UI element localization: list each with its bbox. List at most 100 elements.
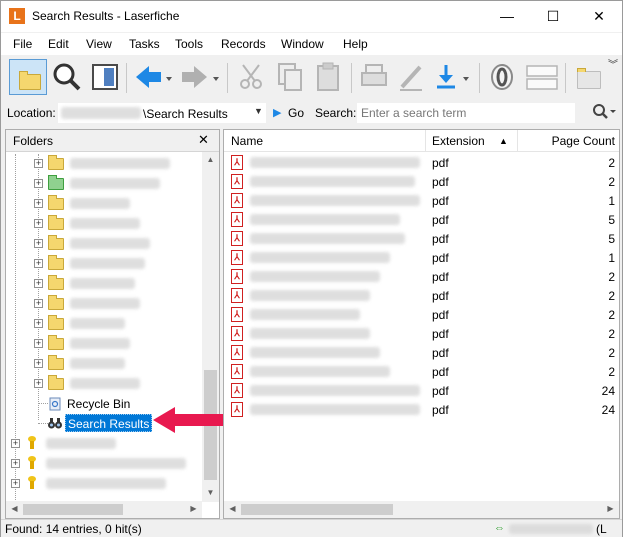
copy-button[interactable] bbox=[273, 59, 307, 95]
table-row[interactable]: ⅄ pdf 5 bbox=[224, 210, 619, 229]
forward-button[interactable] bbox=[179, 59, 219, 95]
cut-button[interactable] bbox=[235, 59, 269, 95]
column-divider[interactable] bbox=[517, 130, 518, 152]
menu-help[interactable]: Help bbox=[343, 37, 368, 51]
back-button[interactable] bbox=[132, 59, 172, 95]
expand-icon[interactable]: + bbox=[34, 159, 43, 168]
column-divider[interactable] bbox=[425, 130, 426, 152]
tree-repository-item[interactable]: + bbox=[6, 474, 196, 492]
folders-horizontal-scrollbar[interactable]: ◀ ▶ bbox=[6, 501, 202, 518]
tree-repository-item[interactable]: + bbox=[6, 454, 196, 472]
tree-folder-item[interactable]: + bbox=[28, 334, 208, 352]
row-page-count: 1 bbox=[608, 251, 615, 265]
tree-folder-item[interactable]: + bbox=[28, 254, 208, 272]
tree-folder-item[interactable]: + bbox=[28, 374, 208, 392]
annotate-button[interactable] bbox=[394, 59, 428, 95]
menu-window[interactable]: Window bbox=[281, 37, 324, 51]
expand-icon[interactable]: + bbox=[11, 439, 20, 448]
column-name-header[interactable]: Name bbox=[231, 134, 263, 148]
chevron-down-icon[interactable]: ▼ bbox=[254, 106, 263, 116]
table-row[interactable]: ⅄ pdf 1 bbox=[224, 191, 619, 210]
tree-folder-item[interactable]: + bbox=[28, 154, 208, 172]
table-row[interactable]: ⅄ pdf 5 bbox=[224, 229, 619, 248]
expand-icon[interactable]: + bbox=[34, 379, 43, 388]
print-button[interactable] bbox=[357, 59, 391, 95]
menu-view[interactable]: View bbox=[86, 37, 112, 51]
table-row[interactable]: ⅄ pdf 24 bbox=[224, 381, 619, 400]
row-extension: pdf bbox=[432, 251, 449, 265]
scroll-right-icon[interactable]: ▶ bbox=[185, 504, 202, 513]
menu-records[interactable]: Records bbox=[221, 37, 266, 51]
scrollbar-thumb[interactable] bbox=[23, 504, 123, 515]
close-window-button[interactable]: ✕ bbox=[576, 1, 622, 31]
table-row[interactable]: ⅄ pdf 24 bbox=[224, 400, 619, 419]
tree-folder-item[interactable]: + bbox=[28, 174, 208, 192]
expand-icon[interactable]: + bbox=[34, 199, 43, 208]
table-row[interactable]: ⅄ pdf 2 bbox=[224, 324, 619, 343]
metadata-button[interactable] bbox=[523, 59, 561, 95]
toolbar-overflow-button[interactable]: ︾ bbox=[608, 59, 620, 95]
paste-button[interactable] bbox=[311, 59, 345, 95]
minimize-button[interactable]: — bbox=[484, 1, 530, 31]
expand-icon[interactable]: + bbox=[34, 259, 43, 268]
expand-icon[interactable]: + bbox=[34, 179, 43, 188]
search-options-button[interactable] bbox=[591, 102, 617, 125]
table-row[interactable]: ⅄ pdf 2 bbox=[224, 153, 619, 172]
tree-folder-item[interactable]: + bbox=[28, 234, 208, 252]
scroll-right-icon[interactable]: ▶ bbox=[602, 504, 619, 513]
expand-icon[interactable]: + bbox=[34, 339, 43, 348]
row-extension: pdf bbox=[432, 156, 449, 170]
close-icon[interactable]: ✕ bbox=[198, 132, 209, 148]
table-row[interactable]: ⅄ pdf 2 bbox=[224, 362, 619, 381]
expand-icon[interactable]: + bbox=[34, 279, 43, 288]
scroll-left-icon[interactable]: ◀ bbox=[6, 504, 23, 513]
table-row[interactable]: ⅄ pdf 2 bbox=[224, 172, 619, 191]
redacted-label bbox=[70, 278, 135, 289]
maximize-button[interactable]: ☐ bbox=[530, 1, 576, 31]
expand-icon[interactable]: + bbox=[11, 459, 20, 468]
table-row[interactable]: ⅄ pdf 2 bbox=[224, 286, 619, 305]
tree-folder-item[interactable]: + bbox=[28, 274, 208, 292]
search-button[interactable] bbox=[49, 59, 85, 95]
tree-folder-item[interactable]: + bbox=[28, 354, 208, 372]
column-page-count-header[interactable]: Page Count bbox=[524, 134, 615, 148]
expand-icon[interactable]: + bbox=[34, 359, 43, 368]
expand-icon[interactable]: + bbox=[11, 479, 20, 488]
menu-tasks[interactable]: Tasks bbox=[129, 37, 160, 51]
scroll-down-icon[interactable]: ▼ bbox=[202, 488, 219, 497]
go-arrow-icon[interactable]: ▶ bbox=[273, 106, 281, 119]
menu-file[interactable]: File bbox=[13, 37, 32, 51]
location-field[interactable]: \Search Results bbox=[58, 103, 266, 123]
tree-folder-item[interactable]: + bbox=[28, 314, 208, 332]
ocr-button[interactable] bbox=[485, 59, 519, 95]
tree-folder-item[interactable]: + bbox=[28, 214, 208, 232]
expand-icon[interactable]: + bbox=[34, 299, 43, 308]
table-row[interactable]: ⅄ pdf 2 bbox=[224, 305, 619, 324]
scroll-up-icon[interactable]: ▲ bbox=[202, 155, 219, 164]
new-folder-button[interactable] bbox=[571, 59, 607, 95]
scroll-left-icon[interactable]: ◀ bbox=[224, 504, 241, 513]
menu-edit[interactable]: Edit bbox=[48, 37, 69, 51]
chevron-down-icon bbox=[463, 77, 469, 81]
folder-icon bbox=[48, 375, 64, 390]
menu-tools[interactable]: Tools bbox=[175, 37, 203, 51]
tree-folder-item[interactable]: + bbox=[28, 194, 208, 212]
table-row[interactable]: ⅄ pdf 1 bbox=[224, 248, 619, 267]
tree-repository-item[interactable]: + bbox=[6, 434, 196, 452]
row-page-count: 1 bbox=[608, 194, 615, 208]
go-button[interactable]: Go bbox=[288, 106, 304, 120]
folders-toggle-button[interactable] bbox=[9, 59, 47, 95]
download-button[interactable] bbox=[431, 59, 471, 95]
table-row[interactable]: ⅄ pdf 2 bbox=[224, 343, 619, 362]
expand-icon[interactable]: + bbox=[34, 219, 43, 228]
document-viewer-button[interactable] bbox=[88, 59, 122, 95]
tree-folder-item[interactable]: + bbox=[28, 294, 208, 312]
column-extension-header[interactable]: Extension bbox=[432, 134, 485, 148]
scrollbar-thumb[interactable] bbox=[241, 504, 393, 515]
search-input[interactable] bbox=[357, 103, 575, 123]
expand-icon[interactable]: + bbox=[34, 239, 43, 248]
results-horizontal-scrollbar[interactable]: ◀ ▶ bbox=[224, 501, 619, 518]
folders-vertical-scrollbar[interactable]: ▲ ▼ bbox=[202, 152, 219, 502]
expand-icon[interactable]: + bbox=[34, 319, 43, 328]
table-row[interactable]: ⅄ pdf 2 bbox=[224, 267, 619, 286]
